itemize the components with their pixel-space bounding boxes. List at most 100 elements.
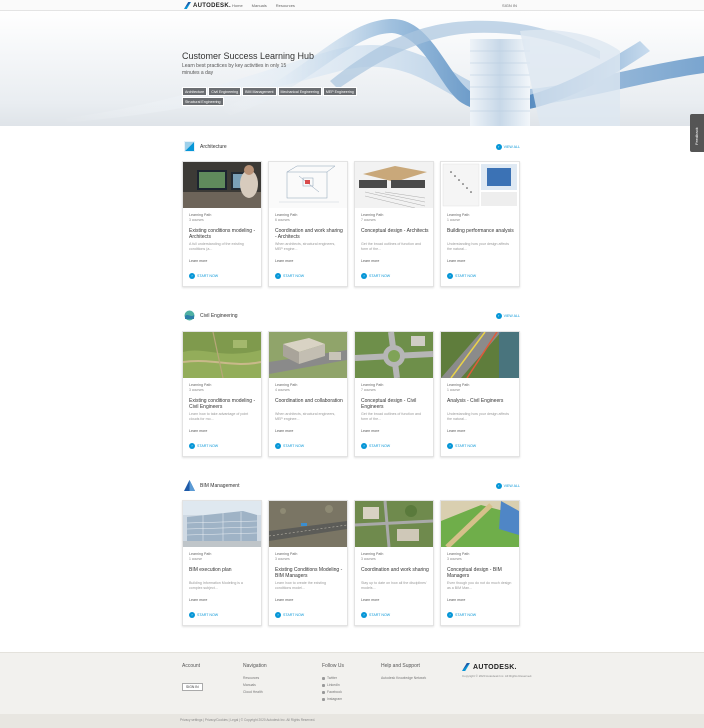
card-title[interactable]: Coordination and work sharing	[361, 567, 431, 573]
footer-brand-logo[interactable]: AUTODESK.	[462, 663, 517, 671]
learning-path-card[interactable]: Learning Path 3 courses Existing condition…	[182, 331, 262, 457]
card-description: A full understanding of the existing con…	[189, 242, 244, 251]
card-title[interactable]: Analysis - Civil Engineers	[447, 398, 517, 404]
point-cloud-road-thumbnail[interactable]	[269, 501, 347, 547]
start-now-button[interactable]: › START NOW	[189, 273, 218, 279]
glass-office-building-thumbnail[interactable]	[183, 501, 261, 547]
start-now-button[interactable]: › START NOW	[361, 443, 390, 449]
tag-mechanical-engineering[interactable]: Mechanical Engineering	[277, 87, 322, 96]
footer-link-linkedin[interactable]: LinkedIn	[322, 682, 344, 689]
start-now-button[interactable]: › START NOW	[275, 443, 304, 449]
learn-more-link[interactable]: Learn more	[189, 259, 207, 263]
learn-more-link[interactable]: Learn more	[447, 598, 465, 602]
footer-link-resources[interactable]: Resources	[243, 675, 267, 682]
learning-path-card[interactable]: Learning Path 1 course BIM execution plan B…	[182, 500, 262, 626]
wireframe-model-thumbnail[interactable]	[269, 162, 347, 208]
learn-more-link[interactable]: Learn more	[189, 429, 207, 433]
card-row-civil-engineering: Learning Path 3 courses Existing condition…	[182, 331, 520, 457]
start-now-button[interactable]: › START NOW	[275, 612, 304, 618]
brand-logo[interactable]: AUTODESK.	[184, 2, 231, 9]
footer-link-label: Twitter	[327, 676, 337, 680]
card-course-count: 4 courses	[275, 388, 290, 392]
card-title[interactable]: BIM execution plan	[189, 567, 259, 573]
learn-more-link[interactable]: Learn more	[275, 259, 293, 263]
learning-path-card[interactable]: Learning Path 3 courses Coordination and w…	[354, 500, 434, 626]
start-now-button[interactable]: › START NOW	[447, 443, 476, 449]
tag-bim-management[interactable]: BIM Management	[242, 87, 277, 96]
start-now-button[interactable]: › START NOW	[447, 612, 476, 618]
tag-civil-engineering[interactable]: Civil Engineering	[208, 87, 242, 96]
arrow-right-icon: ›	[361, 273, 367, 279]
view-all-link[interactable]: › VIEW ALL	[495, 144, 520, 150]
learning-path-card[interactable]: Learning Path 3 courses Conceptual design …	[440, 500, 520, 626]
card-title[interactable]: Conceptual design - Civil Engineers	[361, 398, 431, 410]
card-title[interactable]: Conceptual design - Architects	[361, 228, 431, 234]
autodesk-logo-icon	[184, 2, 191, 9]
learning-path-card[interactable]: Learning Path 7 courses Conceptual design …	[354, 161, 434, 287]
learning-path-card[interactable]: Learning Path 1 course Building performanc…	[440, 161, 520, 287]
footer-heading: Help and Support	[381, 663, 420, 669]
learning-path-card[interactable]: Learning Path 7 courses Conceptual design …	[354, 331, 434, 457]
footer-link-knowledge-network[interactable]: Autodesk Knowledge Network	[381, 675, 426, 682]
card-description: When architects, structural engineers, M…	[275, 412, 336, 421]
start-now-label: START NOW	[283, 274, 305, 278]
office-computer-photo-thumbnail[interactable]	[183, 162, 261, 208]
card-title[interactable]: Building performance analysis	[447, 228, 517, 234]
facebook-icon	[322, 691, 325, 694]
footer-link-facebook[interactable]: Facebook	[322, 689, 344, 696]
analysis-charts-thumbnail[interactable]	[441, 162, 519, 208]
tag-architecture[interactable]: Architecture	[182, 87, 208, 96]
learn-more-link[interactable]: Learn more	[447, 429, 465, 433]
card-course-count: 1 course	[447, 218, 461, 222]
nav-manuals[interactable]: Manuals	[252, 3, 267, 8]
aerial-terrain-thumbnail[interactable]	[183, 332, 261, 378]
learn-more-link[interactable]: Learn more	[361, 429, 379, 433]
learning-path-card[interactable]: Learning Path 3 courses Existing Condition…	[268, 500, 348, 626]
conceptual-mass-diagram-thumbnail[interactable]	[355, 162, 433, 208]
footer-link-twitter[interactable]: Twitter	[322, 675, 344, 682]
start-now-button[interactable]: › START NOW	[361, 612, 390, 618]
legal-links[interactable]: Privacy settings | Privacy/Cookies | Leg…	[180, 718, 315, 722]
signin-link[interactable]: SIGN IN	[502, 3, 517, 8]
card-title[interactable]: Existing conditions modeling - Civil Eng…	[189, 398, 259, 410]
roundabout-render-thumbnail[interactable]	[355, 332, 433, 378]
card-title[interactable]: Coordination and collaboration	[275, 398, 345, 404]
footer-link-instagram[interactable]: Instagram	[322, 696, 344, 703]
start-now-button[interactable]: › START NOW	[447, 273, 476, 279]
aerial-campus-thumbnail[interactable]	[355, 501, 433, 547]
card-title[interactable]: Coordination and work sharing - Architec…	[275, 228, 345, 240]
card-title[interactable]: Existing Conditions Modeling - BIM Manag…	[275, 567, 345, 579]
start-now-button[interactable]: › START NOW	[361, 273, 390, 279]
card-title[interactable]: Conceptual design - BIM Managers	[447, 567, 517, 579]
learning-path-card[interactable]: Learning Path 4 courses Coordination and c…	[268, 331, 348, 457]
footer-link-cloud-health[interactable]: Cloud Health	[243, 689, 267, 696]
card-title[interactable]: Existing conditions modeling - Architect…	[189, 228, 259, 240]
card-type: Learning Path	[189, 383, 212, 387]
nav-resources[interactable]: Resources	[276, 3, 295, 8]
terrain-model-thumbnail[interactable]	[441, 501, 519, 547]
feedback-tab[interactable]: Feedback	[690, 114, 704, 152]
learn-more-link[interactable]: Learn more	[275, 598, 293, 602]
learning-path-card[interactable]: Learning Path 6 courses Coordination and w…	[268, 161, 348, 287]
footer-signin-button[interactable]: SIGN IN	[182, 683, 203, 691]
learn-more-link[interactable]: Learn more	[361, 598, 379, 602]
hero-architecture-illustration	[60, 18, 704, 126]
learn-more-link[interactable]: Learn more	[361, 259, 379, 263]
tag-mep-engineering[interactable]: MEP Engineering	[322, 87, 357, 96]
learn-more-link[interactable]: Learn more	[275, 429, 293, 433]
footer-link-manuals[interactable]: Manuals	[243, 682, 267, 689]
view-all-link[interactable]: › VIEW ALL	[495, 313, 520, 319]
view-all-link[interactable]: › VIEW ALL	[495, 483, 520, 489]
site-building-render-thumbnail[interactable]	[269, 332, 347, 378]
road-analysis-thumbnail[interactable]	[441, 332, 519, 378]
nav-home[interactable]: Home	[232, 3, 243, 8]
arrow-right-icon: ›	[447, 443, 453, 449]
learning-path-card[interactable]: Learning Path 3 courses Existing condition…	[182, 161, 262, 287]
learn-more-link[interactable]: Learn more	[189, 598, 207, 602]
learn-more-link[interactable]: Learn more	[447, 259, 465, 263]
tag-structural-engineering[interactable]: Structural Engineering	[182, 97, 224, 106]
start-now-button[interactable]: › START NOW	[189, 612, 218, 618]
learning-path-card[interactable]: Learning Path 1 course Analysis - Civil En…	[440, 331, 520, 457]
start-now-button[interactable]: › START NOW	[189, 443, 218, 449]
start-now-button[interactable]: › START NOW	[275, 273, 304, 279]
